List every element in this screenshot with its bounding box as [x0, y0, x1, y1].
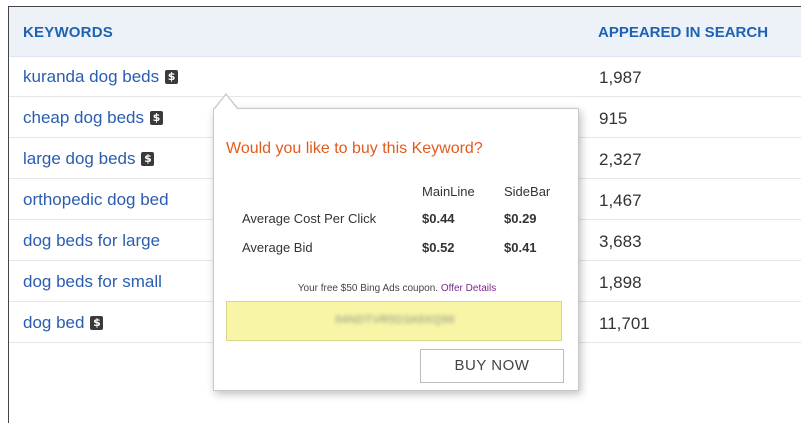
keyword-link[interactable]: dog bed $ [23, 313, 104, 333]
buy-keyword-popup: Would you like to buy this Keyword? Main… [213, 108, 579, 391]
sidebar-column-header: SideBar [504, 184, 551, 199]
keyword-link[interactable]: cheap dog beds $ [23, 108, 163, 128]
keyword-text[interactable]: large dog beds [23, 149, 135, 169]
appeared-count: 1,987 [599, 68, 642, 87]
buy-now-button[interactable]: BUY NOW [420, 349, 564, 383]
buy-keyword-icon[interactable]: $ [90, 316, 104, 330]
coupon-text: Your free $50 Bing Ads coupon. [297, 283, 439, 294]
sidebar-value: $0.29 [504, 211, 537, 226]
keyword-text[interactable]: dog beds for large [23, 231, 160, 251]
metric-label: Average Cost Per Click [242, 211, 377, 226]
table-header: KEYWORDS APPEARED IN SEARCH [9, 7, 801, 57]
offer-details-link[interactable]: Offer Details [441, 283, 496, 294]
buy-keyword-icon[interactable]: $ [165, 70, 179, 84]
appeared-in-search-column-header[interactable]: APPEARED IN SEARCH [598, 24, 768, 41]
sidebar-value: $0.41 [504, 240, 537, 255]
appeared-count: 1,467 [599, 191, 642, 210]
mainline-value: $0.44 [422, 211, 455, 226]
keyword-link[interactable]: large dog beds $ [23, 149, 155, 169]
buy-keyword-icon[interactable]: $ [150, 111, 163, 125]
coupon-message: Your free $50 Bing Ads coupon. Offer Det… [214, 283, 580, 294]
keyword-text[interactable]: kuranda dog beds [23, 67, 159, 87]
coupon-code-box[interactable]: 94NDTVR5D3A9XQ96 [226, 301, 562, 341]
metric-label: Average Bid [242, 240, 313, 255]
appeared-count: 3,683 [599, 232, 642, 251]
keyword-link[interactable]: dog beds for large [23, 231, 160, 251]
keyword-text[interactable]: cheap dog beds [23, 108, 144, 128]
keywords-column-header[interactable]: KEYWORDS [23, 24, 113, 41]
coupon-code[interactable]: 94NDTVR5D3A9XQ96 [227, 314, 563, 326]
keyword-link[interactable]: dog beds for small [23, 272, 162, 292]
appeared-count: 2,327 [599, 150, 642, 169]
popup-title: Would you like to buy this Keyword? [226, 140, 483, 157]
appeared-count: 11,701 [599, 314, 650, 333]
mainline-column-header: MainLine [422, 184, 475, 199]
mainline-value: $0.52 [422, 240, 455, 255]
table-row: kuranda dog beds $ 1,987 [9, 57, 801, 97]
buy-keyword-icon[interactable]: $ [141, 152, 155, 166]
keyword-text[interactable]: orthopedic dog bed [23, 190, 169, 210]
appeared-count: 1,898 [599, 273, 642, 292]
keyword-text[interactable]: dog beds for small [23, 272, 162, 292]
appeared-count: 915 [599, 109, 628, 128]
keyword-text[interactable]: dog bed [23, 313, 84, 333]
keyword-table: KEYWORDS APPEARED IN SEARCH kuranda dog … [8, 6, 801, 423]
keyword-link[interactable]: kuranda dog beds $ [23, 67, 179, 87]
popup-pointer-fill [215, 95, 237, 109]
keyword-link[interactable]: orthopedic dog bed [23, 190, 169, 210]
